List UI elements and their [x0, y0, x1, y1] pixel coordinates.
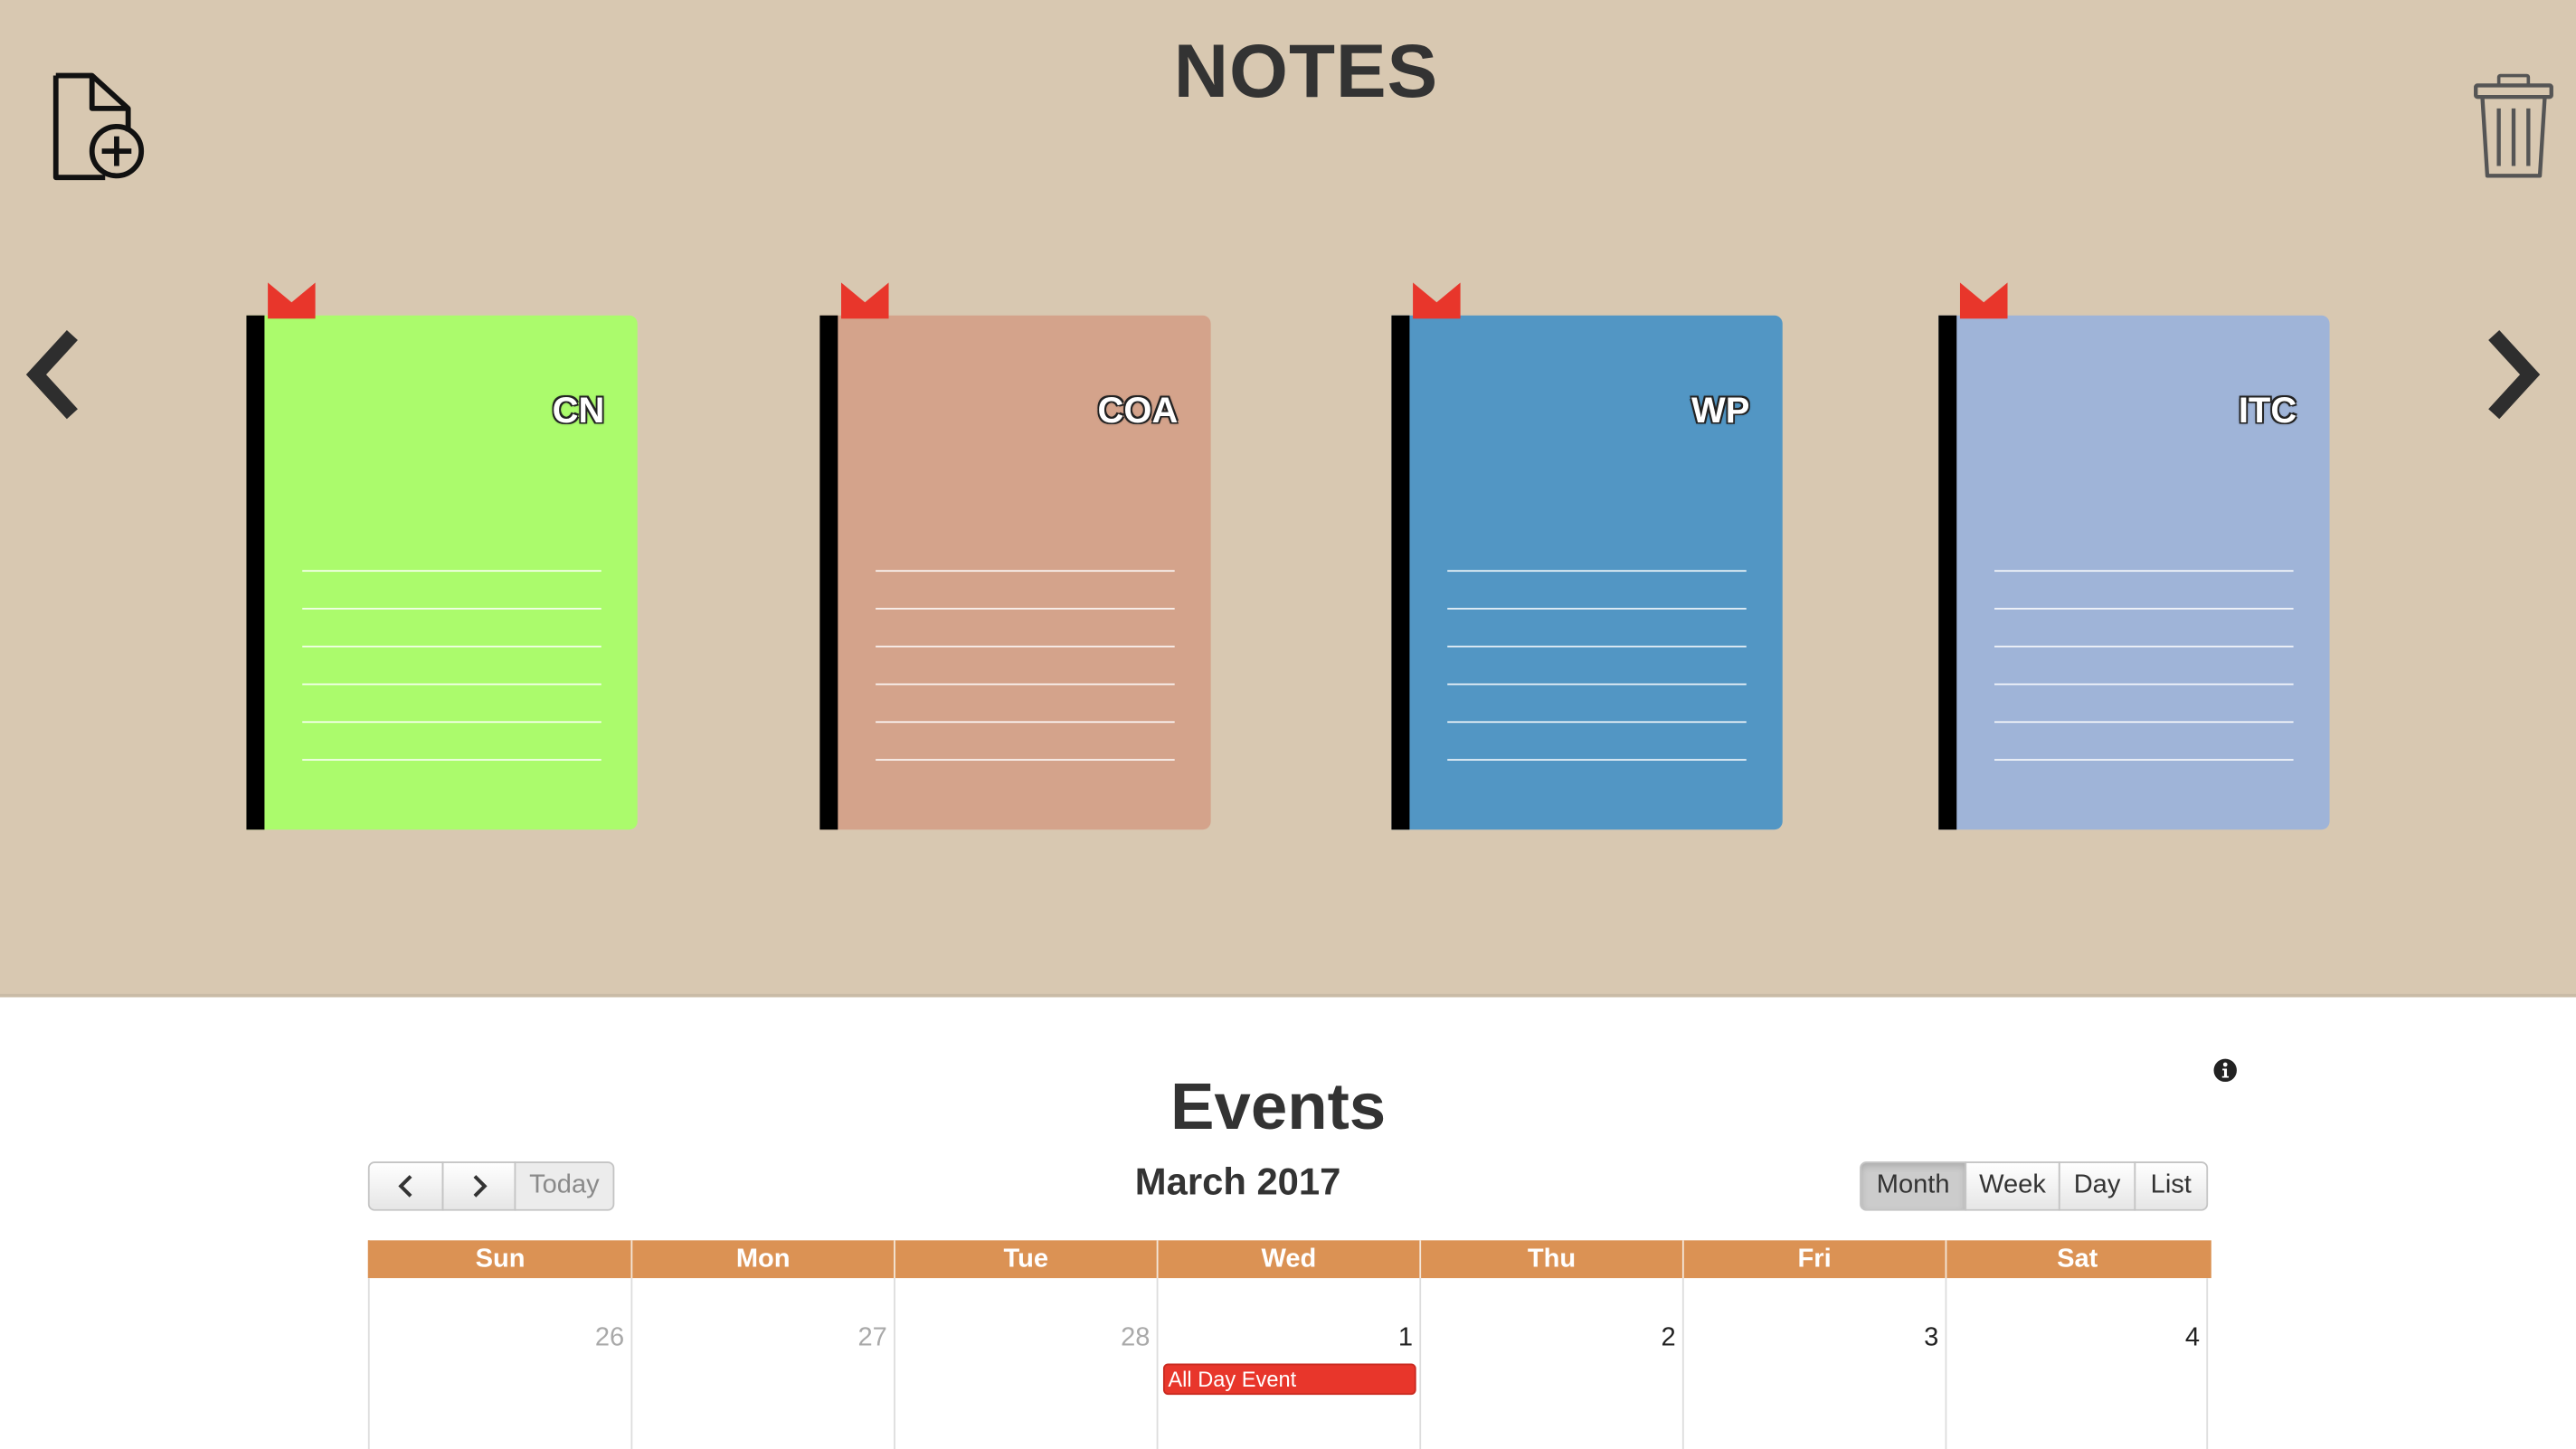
ruled-line [1447, 570, 1747, 573]
chevron-left-icon [398, 1175, 412, 1198]
chevron-right-icon [2488, 330, 2541, 420]
day-number: 3 [1924, 1323, 1939, 1352]
notebook-label: COA [1097, 389, 1179, 431]
ruled-line [302, 683, 601, 686]
weekday-header-wed: Wed [1156, 1240, 1420, 1279]
ruled-line [876, 608, 1175, 610]
notebook-spine [819, 315, 838, 830]
view-month-button[interactable]: Month [1860, 1161, 1967, 1211]
calendar-body: 26 27 28 1 All Day Event 2 3 4 [367, 1278, 2211, 1449]
new-note-button[interactable] [49, 69, 151, 184]
trash-button[interactable] [2471, 72, 2556, 181]
day-number: 2 [1661, 1323, 1676, 1352]
view-list-button[interactable]: List [2134, 1161, 2209, 1211]
ruled-line [1447, 608, 1747, 610]
notebook-itc[interactable]: ITC [1938, 282, 2333, 831]
day-number: 28 [1121, 1323, 1151, 1352]
ruled-line [302, 608, 601, 610]
app-root: NOTES CN COA WP ITC Events Today March 2… [0, 0, 2576, 1449]
calendar-event[interactable]: All Day Event [1162, 1363, 1416, 1396]
ruled-line [876, 759, 1175, 761]
calendar-weekday-header: Sun Mon Tue Wed Thu Fri Sat [367, 1240, 2211, 1279]
ruled-line [1994, 759, 2294, 761]
notebook-spine [246, 315, 265, 830]
ruled-line [302, 721, 601, 724]
calendar-prev-button[interactable] [367, 1161, 444, 1211]
calendar-day-cell[interactable]: 27 [630, 1278, 894, 1449]
ruled-line [876, 721, 1175, 724]
calendar-day-cell[interactable]: 4 [1945, 1278, 2209, 1449]
notebook-ruled-lines [302, 570, 601, 797]
ruled-line [1447, 645, 1747, 648]
bookmark-ribbon-icon [840, 282, 889, 319]
ruled-line [1447, 759, 1747, 761]
weekday-header-mon: Mon [630, 1240, 894, 1279]
day-number: 4 [2184, 1323, 2201, 1352]
notebook-label: ITC [2238, 389, 2297, 431]
day-number: 27 [857, 1323, 887, 1352]
ruled-line [1994, 608, 2294, 610]
calendar-today-button[interactable]: Today [514, 1161, 615, 1211]
weekday-header-sun: Sun [367, 1240, 631, 1279]
notebook-spine [1391, 315, 1410, 830]
file-add-icon [52, 72, 145, 181]
day-number: 26 [594, 1323, 625, 1352]
ruled-line [302, 570, 601, 573]
ruled-line [302, 645, 601, 648]
ruled-line [1447, 683, 1747, 686]
ruled-line [876, 683, 1175, 686]
calendar-day-cell[interactable]: 2 [1419, 1278, 1682, 1449]
ruled-line [302, 759, 601, 761]
calendar-day-cell[interactable]: 28 [894, 1278, 1157, 1449]
weekday-header-fri: Fri [1681, 1240, 1946, 1279]
notes-section: NOTES CN COA WP ITC [0, 0, 2576, 998]
ruled-line [1994, 683, 2294, 686]
ruled-line [876, 570, 1175, 573]
trash-icon [2474, 73, 2553, 178]
calendar-month-title: March 2017 [1134, 1160, 1341, 1203]
bookmark-ribbon-icon [1959, 282, 2008, 319]
notebook-wp[interactable]: WP [1391, 282, 1785, 831]
events-title: Events [1170, 1071, 1387, 1144]
info-icon [2213, 1058, 2237, 1083]
notes-next-button[interactable] [2481, 328, 2547, 421]
calendar-nav-group: Today [367, 1161, 615, 1214]
notebook-spine [1938, 315, 1957, 830]
ruled-line [1994, 645, 2294, 648]
notes-title: NOTES [1173, 27, 1439, 114]
ruled-line [1994, 570, 2294, 573]
ruled-line [1994, 721, 2294, 724]
day-number: 1 [1397, 1323, 1414, 1352]
chevron-left-icon [25, 330, 78, 420]
weekday-header-sat: Sat [1945, 1240, 2209, 1279]
notebook-ruled-lines [1447, 570, 1747, 797]
calendar-grid: Sun Mon Tue Wed Thu Fri Sat 26 27 28 1 All Day Eve… [367, 1240, 2211, 1449]
info-button[interactable] [2213, 1058, 2238, 1083]
weekday-header-tue: Tue [894, 1240, 1157, 1279]
chevron-right-icon [472, 1175, 487, 1198]
notebook-coa[interactable]: COA [819, 282, 1214, 831]
notebook-ruled-lines [1994, 570, 2294, 797]
notes-prev-button[interactable] [20, 328, 86, 421]
view-day-button[interactable]: Day [2058, 1161, 2136, 1211]
notebook-label: CN [552, 389, 605, 431]
bookmark-ribbon-icon [1413, 282, 1461, 319]
calendar-day-cell[interactable]: 26 [367, 1278, 631, 1449]
notebook-label: WP [1690, 389, 1750, 431]
weekday-header-thu: Thu [1419, 1240, 1682, 1279]
view-week-button[interactable]: Week [1965, 1161, 2060, 1211]
notebook-cn[interactable]: CN [246, 282, 640, 831]
calendar-day-cell[interactable]: 1 All Day Event [1156, 1278, 1420, 1449]
calendar-week-row: 26 27 28 1 All Day Event 2 3 4 [367, 1278, 2211, 1449]
calendar-next-button[interactable] [441, 1161, 516, 1211]
bookmark-ribbon-icon [268, 282, 316, 319]
notebook-ruled-lines [876, 570, 1175, 797]
calendar-day-cell[interactable]: 3 [1681, 1278, 1946, 1449]
ruled-line [1447, 721, 1747, 724]
calendar-view-switcher: Month Week Day List [1860, 1161, 2209, 1214]
ruled-line [876, 645, 1175, 648]
